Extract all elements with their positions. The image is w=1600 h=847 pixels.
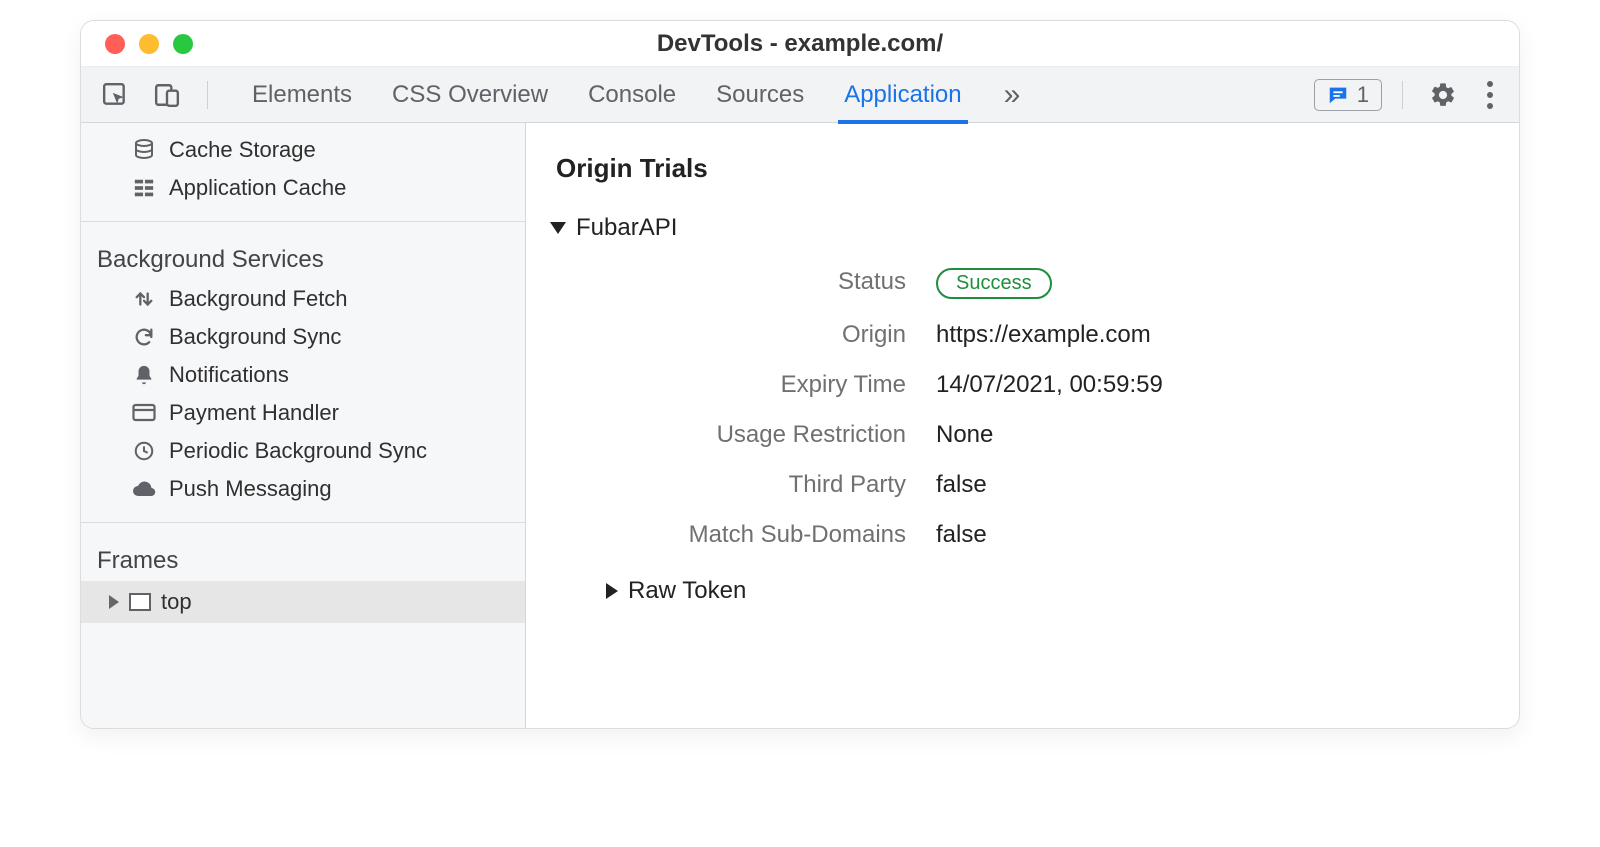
- cloud-icon: [131, 476, 157, 502]
- sidebar-divider: [81, 221, 525, 222]
- sidebar-item-label: Application Cache: [169, 175, 346, 201]
- sidebar-item-payment-handler[interactable]: Payment Handler: [81, 394, 525, 432]
- grid-icon: [131, 175, 157, 201]
- sidebar-item-label: Notifications: [169, 362, 289, 388]
- window-close-button[interactable]: [105, 34, 125, 54]
- tab-elements[interactable]: Elements: [252, 67, 352, 123]
- raw-token-row[interactable]: Raw Token: [606, 577, 1489, 605]
- traffic-lights: [81, 34, 193, 54]
- tabbar-left: Elements CSS Overview Console Sources Ap…: [95, 67, 1020, 123]
- issues-badge[interactable]: 1: [1314, 79, 1382, 111]
- sidebar-heading-background-services: Background Services: [81, 230, 525, 280]
- raw-token-label: Raw Token: [628, 577, 746, 605]
- key-status: Status: [566, 268, 906, 299]
- sidebar-group-background-services: Background Services Background Fetch: [81, 230, 525, 514]
- disclosure-right-icon: [606, 583, 618, 599]
- body: Cache Storage Application Cache Backgro: [81, 123, 1519, 728]
- key-third-party: Third Party: [566, 471, 906, 499]
- message-icon: [1327, 84, 1349, 106]
- sidebar-item-label: Cache Storage: [169, 137, 316, 163]
- settings-gear-icon[interactable]: [1423, 75, 1463, 115]
- val-third-party: false: [936, 471, 1489, 499]
- disclosure-right-icon: [109, 595, 119, 609]
- tab-application[interactable]: Application: [844, 67, 961, 123]
- sidebar: Cache Storage Application Cache Backgro: [81, 123, 526, 728]
- tabs-overflow-icon[interactable]: »: [1004, 80, 1021, 110]
- window-minimize-button[interactable]: [139, 34, 159, 54]
- val-status: Success: [936, 268, 1489, 299]
- sidebar-item-application-cache[interactable]: Application Cache: [81, 169, 525, 207]
- sidebar-heading-frames: Frames: [81, 531, 525, 581]
- val-expiry: 14/07/2021, 00:59:59: [936, 371, 1489, 399]
- sidebar-item-notifications[interactable]: Notifications: [81, 356, 525, 394]
- sidebar-group-frames: Frames top: [81, 531, 525, 629]
- frame-label: top: [161, 589, 192, 615]
- val-match-subdomains: false: [936, 521, 1489, 549]
- device-toggle-icon[interactable]: [147, 75, 187, 115]
- sidebar-divider: [81, 522, 525, 523]
- key-match-subdomains: Match Sub-Domains: [566, 521, 906, 549]
- sidebar-item-label: Payment Handler: [169, 400, 339, 426]
- titlebar: DevTools - example.com/: [81, 21, 1519, 67]
- sidebar-item-push-messaging[interactable]: Push Messaging: [81, 470, 525, 508]
- tabbar-separator-right: [1402, 81, 1403, 109]
- frame-icon: [129, 593, 151, 611]
- trial-details: Status Success Origin https://example.co…: [566, 268, 1489, 549]
- sidebar-item-label: Background Sync: [169, 324, 341, 350]
- credit-card-icon: [131, 400, 157, 426]
- tab-sources[interactable]: Sources: [716, 67, 804, 123]
- tabbar-right: 1: [1314, 75, 1505, 115]
- sidebar-item-background-sync[interactable]: Background Sync: [81, 318, 525, 356]
- disclosure-down-icon: [550, 222, 566, 234]
- bell-icon: [131, 362, 157, 388]
- more-menu-icon[interactable]: [1475, 75, 1505, 115]
- trial-name: FubarAPI: [576, 214, 677, 242]
- clock-icon: [131, 438, 157, 464]
- database-icon: [131, 137, 157, 163]
- window-title: DevTools - example.com/: [81, 30, 1519, 58]
- window-maximize-button[interactable]: [173, 34, 193, 54]
- tab-console[interactable]: Console: [588, 67, 676, 123]
- sidebar-item-background-fetch[interactable]: Background Fetch: [81, 280, 525, 318]
- tabs: Elements CSS Overview Console Sources Ap…: [252, 67, 962, 123]
- devtools-window: DevTools - example.com/ Elements CSS Ove…: [80, 20, 1520, 729]
- key-expiry: Expiry Time: [566, 371, 906, 399]
- status-badge: Success: [936, 268, 1052, 299]
- sidebar-item-frame-top[interactable]: top: [81, 581, 525, 623]
- issues-count: 1: [1357, 82, 1369, 108]
- tabbar: Elements CSS Overview Console Sources Ap…: [81, 67, 1519, 123]
- sidebar-item-cache-storage[interactable]: Cache Storage: [81, 131, 525, 169]
- sidebar-item-label: Periodic Background Sync: [169, 438, 427, 464]
- sync-icon: [131, 324, 157, 350]
- sidebar-group-cache: Cache Storage Application Cache: [81, 131, 525, 213]
- tab-css-overview[interactable]: CSS Overview: [392, 67, 548, 123]
- sidebar-item-periodic-background-sync[interactable]: Periodic Background Sync: [81, 432, 525, 470]
- double-arrow-icon: [131, 286, 157, 312]
- panel-title: Origin Trials: [556, 153, 1489, 184]
- key-usage: Usage Restriction: [566, 421, 906, 449]
- sidebar-item-label: Push Messaging: [169, 476, 332, 502]
- main-panel: Origin Trials FubarAPI Status Success Or…: [526, 123, 1519, 728]
- val-origin: https://example.com: [936, 321, 1489, 349]
- key-origin: Origin: [566, 321, 906, 349]
- trial-header[interactable]: FubarAPI: [550, 214, 1489, 242]
- inspect-element-icon[interactable]: [95, 75, 135, 115]
- sidebar-item-label: Background Fetch: [169, 286, 348, 312]
- val-usage: None: [936, 421, 1489, 449]
- tabbar-separator: [207, 81, 208, 109]
